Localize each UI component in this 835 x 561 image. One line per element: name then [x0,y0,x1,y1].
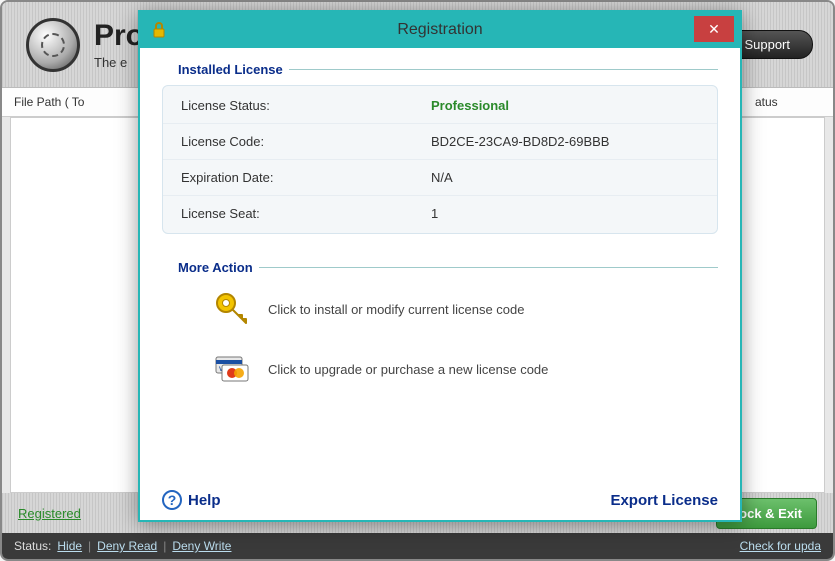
help-icon: ? [162,490,182,510]
check-updates-link[interactable]: Check for upda [740,539,821,553]
col-status: atus [743,95,833,109]
dialog-body: Installed License License Status: Profes… [140,48,740,520]
credit-cards-icon: VISA [212,349,252,389]
close-button[interactable]: ✕ [694,16,734,42]
app-title: Pro [94,19,144,53]
license-seat-value: 1 [431,206,438,221]
key-icon [212,289,252,329]
license-status-value: Professional [431,98,509,113]
dialog-title: Registration [140,21,740,39]
group-installed-license-label: Installed License [178,62,283,77]
divider [289,69,718,70]
license-info-panel: License Status: Professional License Cod… [162,85,718,234]
app-title-block: Pro The e [94,19,144,70]
status-deny-write-link[interactable]: Deny Write [172,539,231,553]
status-deny-read-link[interactable]: Deny Read [97,539,157,553]
registration-dialog: Registration ✕ Installed License License… [138,10,742,522]
dialog-footer: ? Help Export License [162,480,718,510]
row-license-seat: License Seat: 1 [163,195,717,231]
group-more-action-label: More Action [178,260,253,275]
app-subtitle: The e [94,55,144,70]
license-code-label: License Code: [181,134,431,149]
expiration-value: N/A [431,170,453,185]
status-label: Status: [14,539,51,553]
license-status-label: License Status: [181,98,431,113]
license-seat-label: License Seat: [181,206,431,221]
action-install-label: Click to install or modify current licen… [268,302,525,317]
export-license-link[interactable]: Export License [610,492,718,509]
close-icon: ✕ [708,21,720,38]
action-install-modify[interactable]: Click to install or modify current licen… [162,283,718,335]
group-installed-license: Installed License [162,62,718,77]
row-expiration: Expiration Date: N/A [163,159,717,195]
status-hide-link[interactable]: Hide [57,539,82,553]
help-link[interactable]: ? Help [162,490,221,510]
license-code-value: BD2CE-23CA9-BD8D2-69BBB [431,134,609,149]
row-license-status: License Status: Professional [163,88,717,123]
divider [259,267,718,268]
dial-icon [26,18,80,72]
status-strip: Status: Hide | Deny Read | Deny Write Ch… [2,533,833,559]
help-label: Help [188,492,221,509]
row-license-code: License Code: BD2CE-23CA9-BD8D2-69BBB [163,123,717,159]
separator: | [88,539,91,553]
expiration-label: Expiration Date: [181,170,431,185]
action-upgrade-purchase[interactable]: VISA Click to upgrade or purchase a new … [162,343,718,395]
registered-link[interactable]: Registered [18,506,81,521]
dialog-titlebar[interactable]: Registration ✕ [140,12,740,48]
separator: | [163,539,166,553]
group-more-action: More Action [162,260,718,275]
action-upgrade-label: Click to upgrade or purchase a new licen… [268,362,548,377]
